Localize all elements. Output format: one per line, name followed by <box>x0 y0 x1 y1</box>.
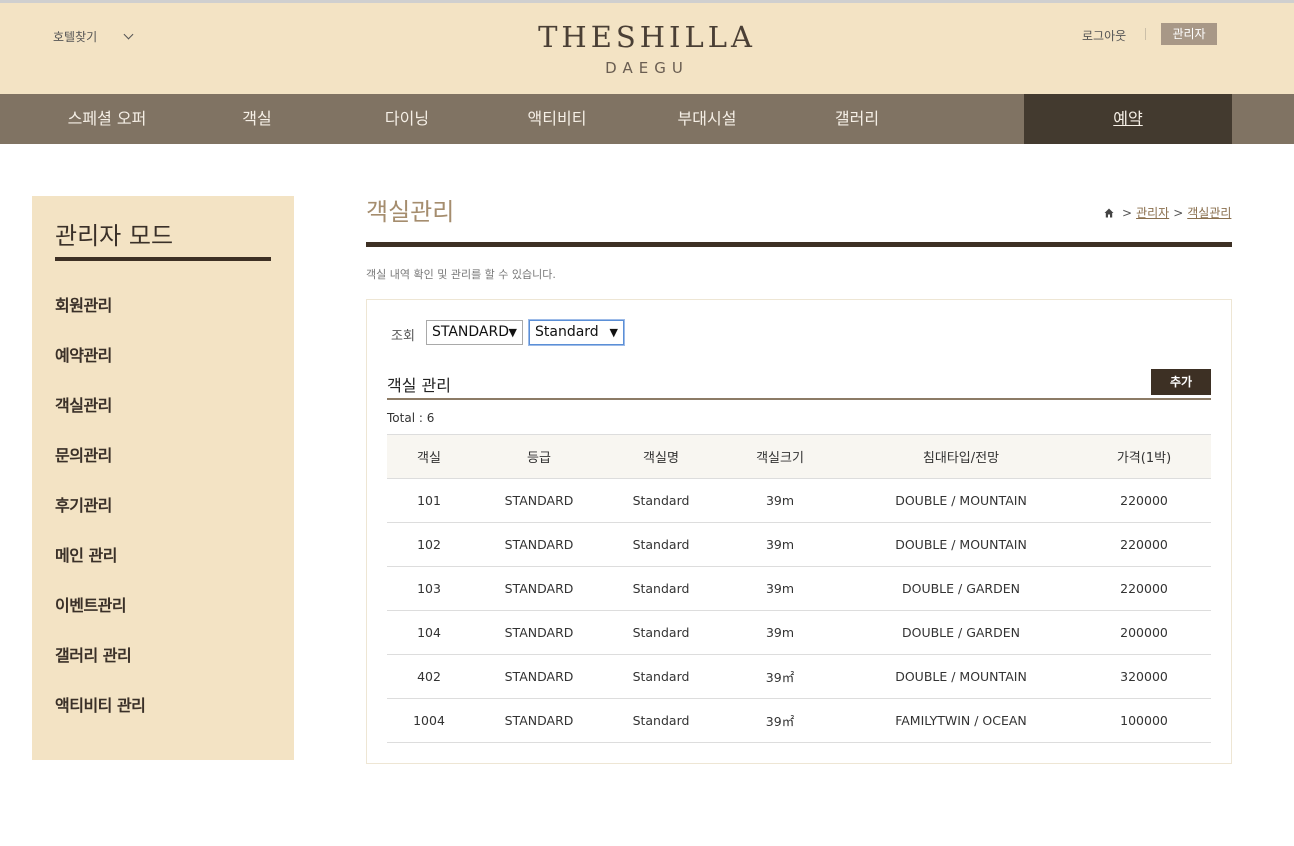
cell-grade: STANDARD <box>471 698 607 743</box>
title-divider <box>366 242 1232 247</box>
cell-price: 220000 <box>1077 566 1211 611</box>
total-count: Total : 6 <box>387 411 435 425</box>
room-management-panel: 조회 STANDARD ▼ Standard ▼ 객실 관리 추가 Total … <box>366 299 1232 764</box>
sidebar-item-main[interactable]: 메인 관리 <box>55 542 117 566</box>
logo-sub-text: DAEGU <box>605 59 689 77</box>
table-row[interactable]: 104 STANDARD Standard 39m DOUBLE / GARDE… <box>387 610 1211 655</box>
cell-bed-view: DOUBLE / MOUNTAIN <box>845 654 1077 699</box>
room-name-select[interactable]: Standard ▼ <box>529 320 624 345</box>
nav-item-dining[interactable]: 다이닝 <box>332 94 482 144</box>
cell-room: 1004 <box>387 698 471 743</box>
col-header-room: 객실 <box>387 434 471 479</box>
cell-room-size: 39m <box>715 566 845 611</box>
col-header-room-size: 객실크기 <box>715 434 845 479</box>
cell-bed-view: DOUBLE / GARDEN <box>845 566 1077 611</box>
sidebar-title: 관리자 모드 <box>55 222 174 250</box>
cell-room-name: Standard <box>607 610 715 655</box>
sidebar-item-events[interactable]: 이벤트관리 <box>55 592 127 616</box>
table-row[interactable]: 101 STANDARD Standard 39m DOUBLE / MOUNT… <box>387 478 1211 523</box>
cell-room-name: Standard <box>607 478 715 523</box>
cell-room-size: 39m <box>715 610 845 655</box>
sidebar-item-inquiries[interactable]: 문의관리 <box>55 442 112 466</box>
site-header: 호텔찾기 THESHILLA DAEGU 로그아웃 관리자 <box>0 3 1294 94</box>
section-title: 객실 관리 <box>387 376 451 395</box>
cell-bed-view: DOUBLE / MOUNTAIN <box>845 522 1077 567</box>
dropdown-arrow-icon: ▼ <box>609 326 618 339</box>
header-divider <box>1145 28 1146 40</box>
grade-select-value: STANDARD <box>432 324 510 340</box>
cell-grade: STANDARD <box>471 478 607 523</box>
cell-grade: STANDARD <box>471 610 607 655</box>
cell-grade: STANDARD <box>471 654 607 699</box>
col-header-room-name: 객실명 <box>607 434 715 479</box>
cell-room-name: Standard <box>607 566 715 611</box>
cell-room: 102 <box>387 522 471 567</box>
cell-bed-view: DOUBLE / GARDEN <box>845 610 1077 655</box>
home-icon[interactable] <box>1104 208 1114 218</box>
sidebar-item-rooms[interactable]: 객실관리 <box>55 392 112 416</box>
rooms-table: 객실 등급 객실명 객실크기 침대타입/전망 가격(1박) 101 STANDA… <box>387 434 1211 743</box>
breadcrumb: > 관리자 > 객실관리 <box>1104 204 1231 221</box>
cell-room: 103 <box>387 566 471 611</box>
cell-room: 402 <box>387 654 471 699</box>
cell-room-name: Standard <box>607 654 715 699</box>
cell-room-size: 39㎡ <box>715 698 845 743</box>
cell-bed-view: DOUBLE / MOUNTAIN <box>845 478 1077 523</box>
cell-room: 104 <box>387 610 471 655</box>
cell-price: 220000 <box>1077 522 1211 567</box>
table-row[interactable]: 402 STANDARD Standard 39㎡ DOUBLE / MOUNT… <box>387 654 1211 699</box>
main-nav: 스페셜 오퍼 객실 다이닝 액티비티 부대시설 갤러리 예약 <box>0 94 1294 144</box>
breadcrumb-current-link[interactable]: 객실관리 <box>1187 204 1231 221</box>
cell-room-size: 39m <box>715 522 845 567</box>
cell-room-size: 39㎡ <box>715 654 845 699</box>
sidebar-item-activity[interactable]: 액티비티 관리 <box>55 692 146 716</box>
sidebar-item-reservations[interactable]: 예약관리 <box>55 342 112 366</box>
cell-price: 320000 <box>1077 654 1211 699</box>
admin-sidebar: 관리자 모드 회원관리 예약관리 객실관리 문의관리 후기관리 메인 관리 이벤… <box>32 196 294 760</box>
sidebar-item-reviews[interactable]: 후기관리 <box>55 492 112 516</box>
nav-item-special-offer[interactable]: 스페셜 오퍼 <box>32 94 182 144</box>
cell-room-name: Standard <box>607 522 715 567</box>
breadcrumb-separator: > <box>1173 205 1184 220</box>
section-divider <box>387 398 1211 400</box>
cell-price: 220000 <box>1077 478 1211 523</box>
table-row[interactable]: 1004 STANDARD Standard 39㎡ FAMILYTWIN / … <box>387 698 1211 743</box>
table-row[interactable]: 103 STANDARD Standard 39m DOUBLE / GARDE… <box>387 566 1211 611</box>
page-description: 객실 내역 확인 및 관리를 할 수 있습니다. <box>366 268 556 281</box>
nav-item-rooms[interactable]: 객실 <box>182 94 332 144</box>
cell-room: 101 <box>387 478 471 523</box>
breadcrumb-separator: > <box>1122 205 1133 220</box>
logout-link[interactable]: 로그아웃 <box>1082 27 1126 44</box>
sidebar-item-gallery[interactable]: 갤러리 관리 <box>55 642 132 666</box>
admin-button[interactable]: 관리자 <box>1161 23 1217 45</box>
nav-item-facilities[interactable]: 부대시설 <box>632 94 782 144</box>
sidebar-item-members[interactable]: 회원관리 <box>55 292 112 316</box>
cell-grade: STANDARD <box>471 522 607 567</box>
nav-item-gallery[interactable]: 갤러리 <box>782 94 932 144</box>
cell-price: 200000 <box>1077 610 1211 655</box>
grade-select[interactable]: STANDARD ▼ <box>426 320 523 345</box>
nav-item-activity[interactable]: 액티비티 <box>482 94 632 144</box>
search-label: 조회 <box>391 329 415 344</box>
breadcrumb-admin-link[interactable]: 관리자 <box>1136 204 1169 221</box>
sidebar-divider <box>55 257 271 261</box>
page-title: 객실관리 <box>366 198 455 226</box>
add-room-button[interactable]: 추가 <box>1151 369 1211 395</box>
col-header-grade: 등급 <box>471 434 607 479</box>
cell-room-size: 39m <box>715 478 845 523</box>
cell-bed-view: FAMILYTWIN / OCEAN <box>845 698 1077 743</box>
nav-item-reservation[interactable]: 예약 <box>1024 94 1232 144</box>
col-header-bed-view: 침대타입/전망 <box>845 434 1077 479</box>
table-row[interactable]: 102 STANDARD Standard 39m DOUBLE / MOUNT… <box>387 522 1211 567</box>
dropdown-arrow-icon: ▼ <box>508 326 517 339</box>
col-header-price: 가격(1박) <box>1077 434 1211 479</box>
cell-grade: STANDARD <box>471 566 607 611</box>
cell-room-name: Standard <box>607 698 715 743</box>
table-header-row: 객실 등급 객실명 객실크기 침대타입/전망 가격(1박) <box>387 434 1211 479</box>
room-name-select-value: Standard <box>535 324 599 340</box>
cell-price: 100000 <box>1077 698 1211 743</box>
